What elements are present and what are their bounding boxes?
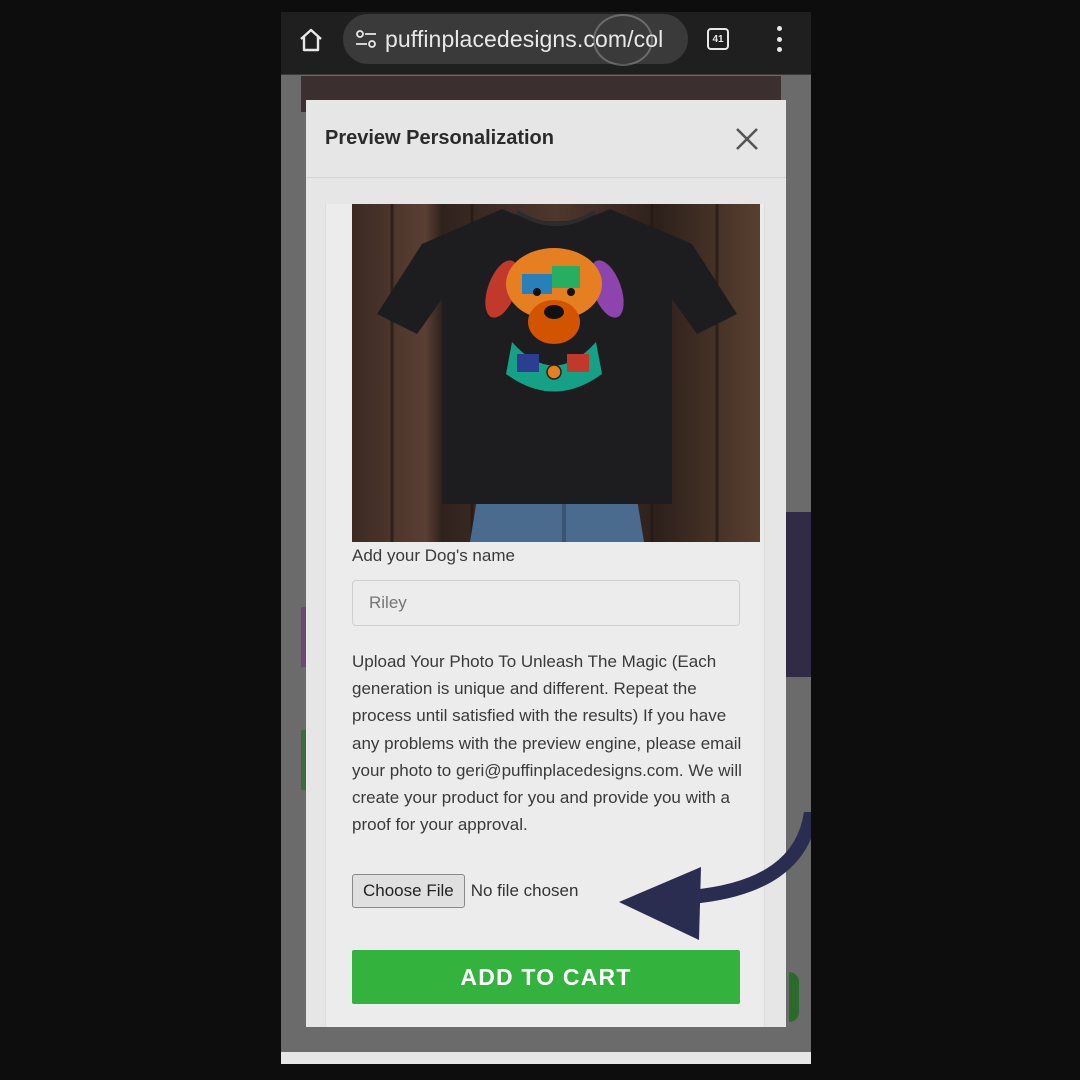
browser-menu-button[interactable] [771,26,787,52]
close-button[interactable] [732,124,762,154]
choose-file-button[interactable]: Choose File [352,874,465,908]
home-button[interactable] [295,24,327,56]
home-icon [300,28,322,52]
dog-name-label: Add your Dog's name [352,546,515,565]
browser-toolbar: puffinplacedesigns.com/col 41 [281,12,811,75]
modal-header: Preview Personalization [306,100,786,178]
add-to-cart-button[interactable]: ADD TO CART [352,950,740,1004]
product-preview-image [352,204,760,542]
close-icon [736,128,758,150]
site-settings-icon[interactable] [355,28,377,50]
recording-watermark [593,14,653,66]
background-green-button-edge [789,972,799,1022]
background-page-bottom [281,1052,811,1064]
dog-name-input[interactable] [352,580,740,626]
menu-dot [776,26,782,31]
tab-switcher-button[interactable]: 41 [707,28,729,50]
file-upload: Choose File No file chosen [352,874,578,908]
upload-instructions: Upload Your Photo To Unleash The Magic (… [352,652,742,835]
menu-dot [776,47,782,52]
annotation-arrow-icon [619,812,811,940]
menu-dot [776,36,782,42]
background-side-panel [786,512,811,677]
modal-title: Preview Personalization [325,127,554,149]
phone-screen: puffinplacedesigns.com/col 41 Preview Pe… [281,12,811,1064]
file-status-text: No file chosen [470,881,579,900]
